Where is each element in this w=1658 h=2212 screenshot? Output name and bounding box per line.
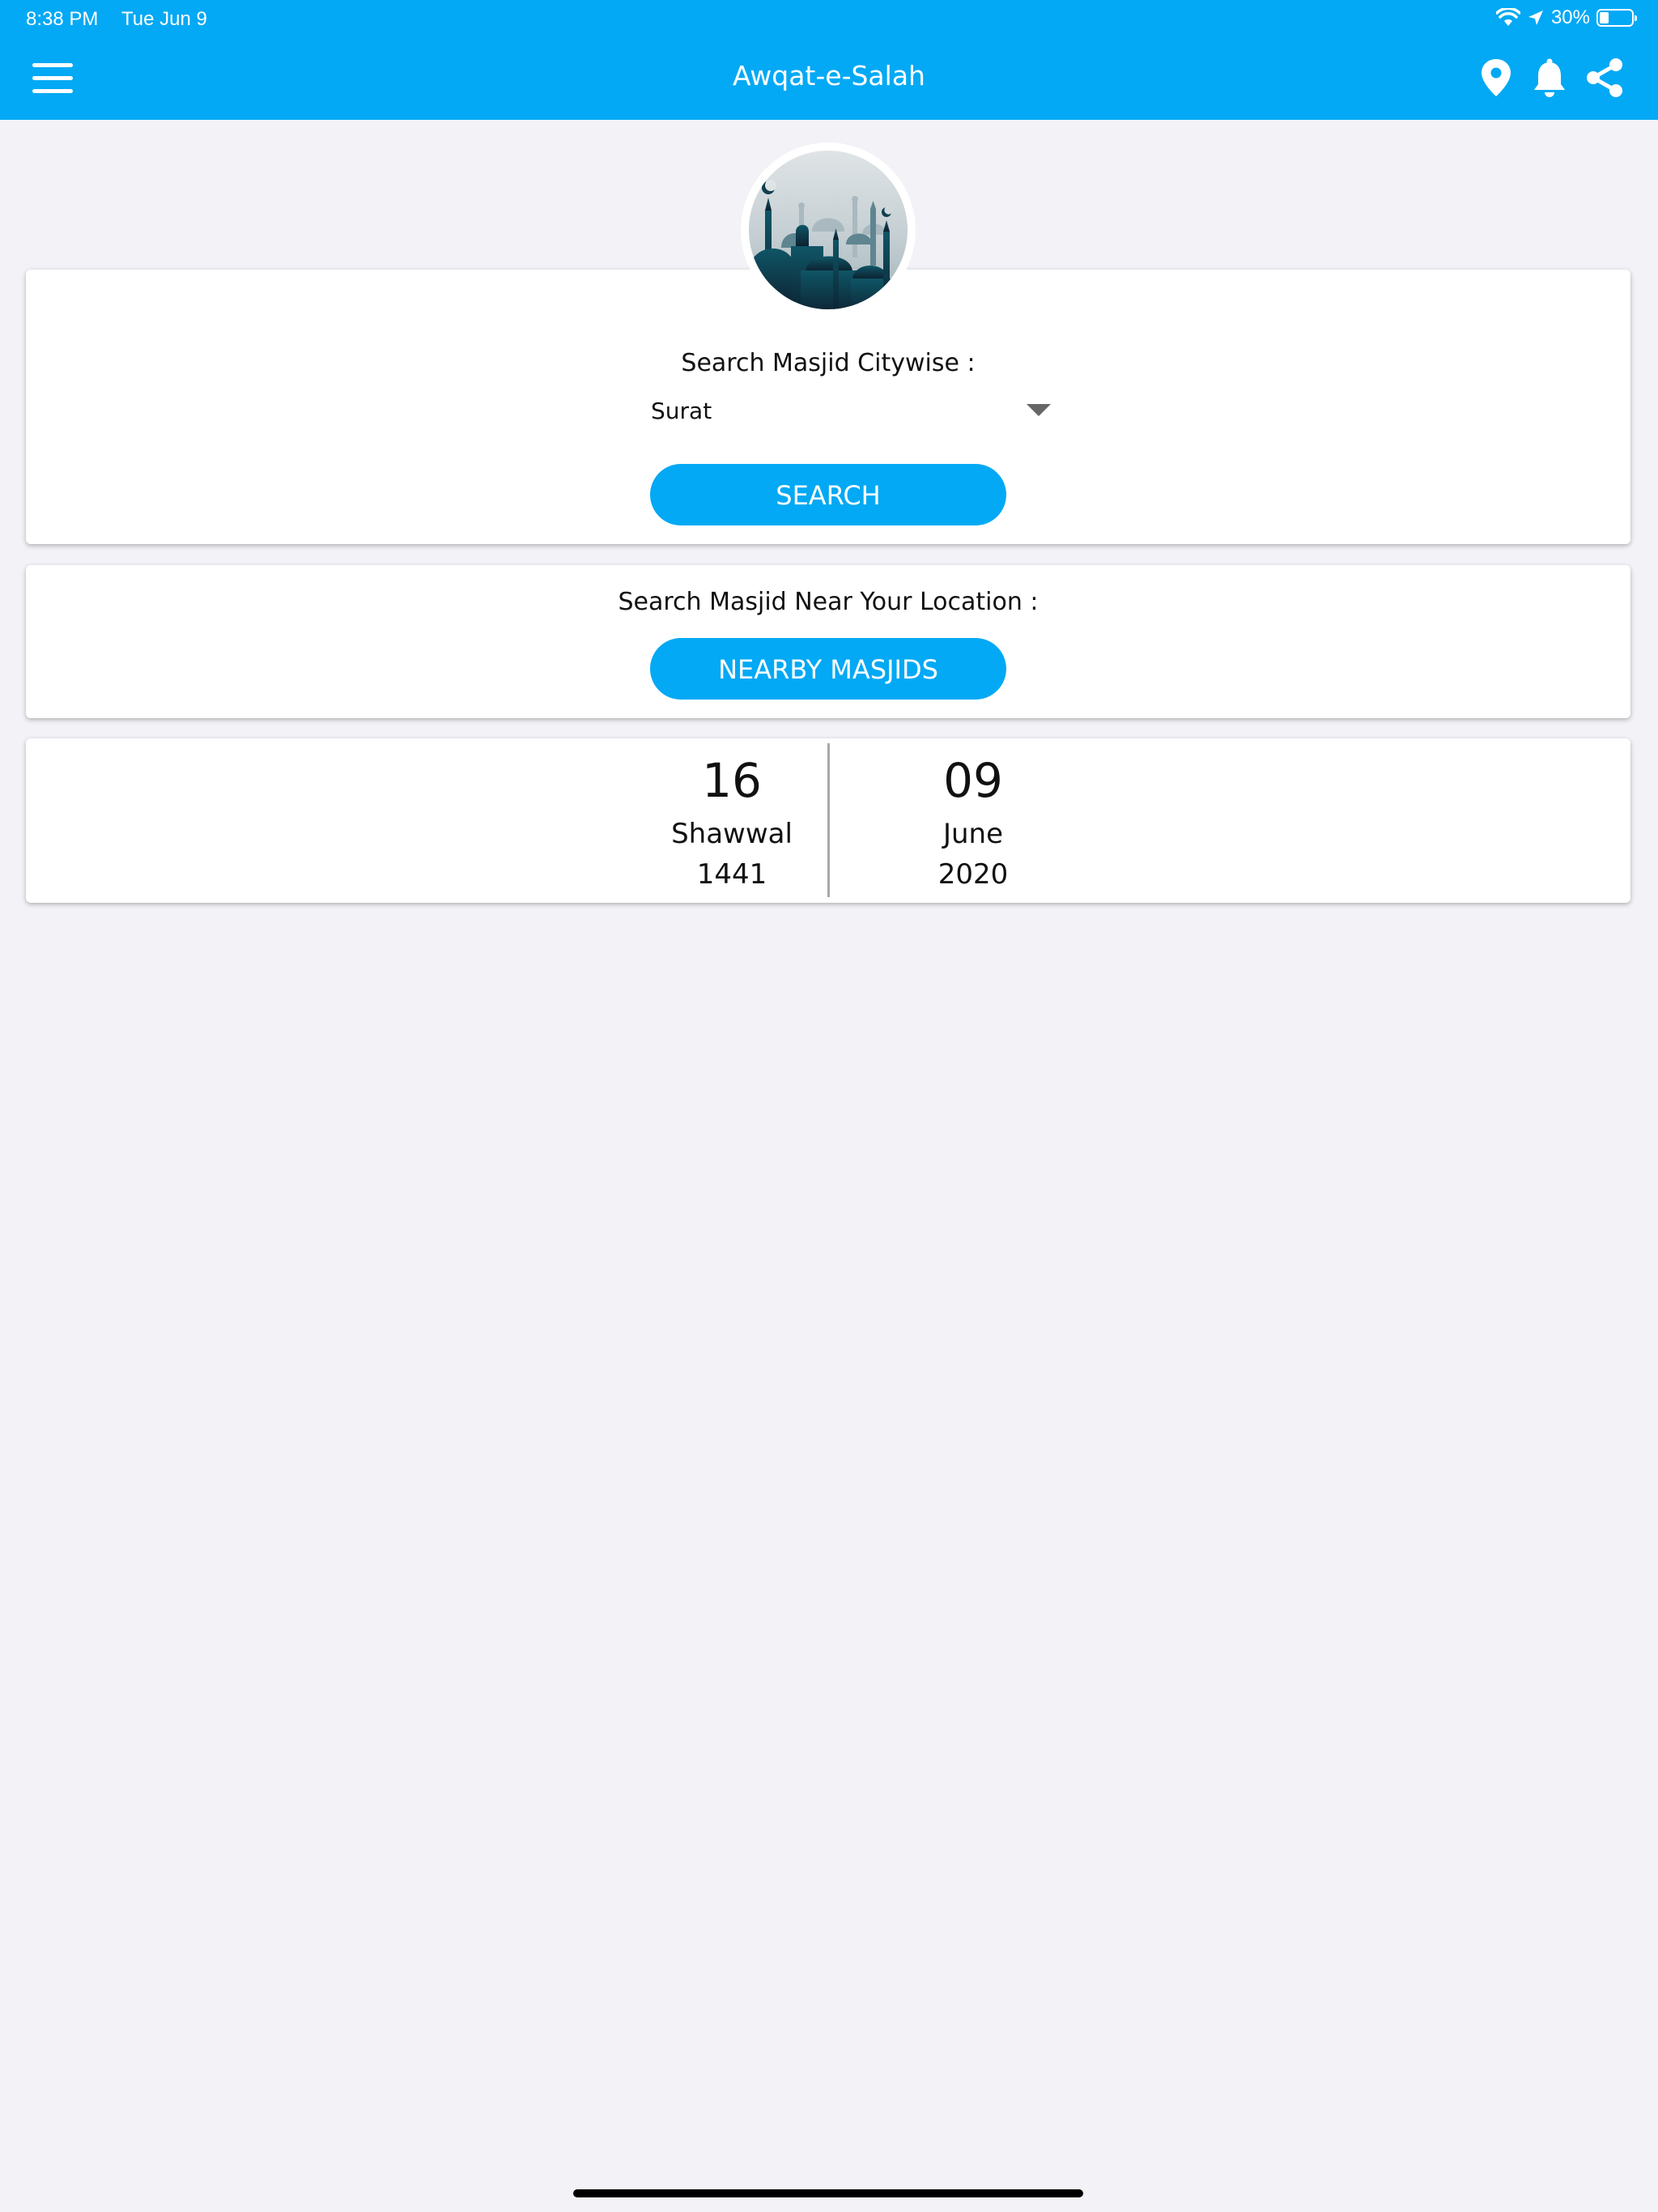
selected-city: Surat [651,398,712,424]
status-indicators: 30% [1495,6,1637,29]
location-arrow-icon [1528,11,1543,25]
status-time: 8:38 PM [26,8,99,30]
battery-percent: 30% [1550,6,1590,28]
city-search-label: Search Masjid Citywise : [681,349,976,377]
city-dropdown[interactable]: Surat [623,391,1052,432]
gregorian-year: 2020 [937,858,1009,891]
battery-icon [1596,9,1637,27]
date-card: 16 Shawwal 1441 09 June 2020 [26,738,1630,903]
dropdown-arrow-icon [1027,404,1051,416]
status-bar: 8:38 PM Tue Jun 9 30% [0,0,1658,37]
share-icon[interactable] [1584,57,1626,99]
mosque-logo [741,143,916,317]
date-divider [827,743,830,897]
page-title: Awqat-e-Salah [733,60,925,91]
search-button[interactable]: SEARCH [650,464,1006,525]
nearby-search-label: Search Masjid Near Your Location : [618,588,1039,616]
bell-icon[interactable] [1528,57,1571,99]
location-pin-icon[interactable] [1475,57,1517,99]
gregorian-month: June [942,818,1004,850]
hijri-month: Shawwal [671,818,793,850]
hijri-day: 16 [702,753,762,808]
nearby-search-card: Search Masjid Near Your Location : NEARB… [26,565,1630,718]
hijri-year: 1441 [696,858,767,891]
wifi-icon [1495,8,1520,26]
battery-level [1600,12,1609,23]
home-indicator[interactable] [573,2189,1083,2197]
nearby-masjids-button[interactable]: NEARBY MASJIDS [650,638,1006,700]
app-header: Awqat-e-Salah [0,37,1658,120]
mosque-silhouette-icon [749,151,908,309]
status-date: Tue Jun 9 [121,8,207,30]
gregorian-day: 09 [943,753,1003,808]
